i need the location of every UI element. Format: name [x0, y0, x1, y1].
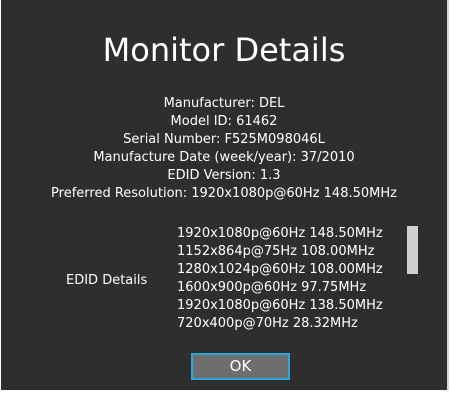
ok-button[interactable]: OK [191, 353, 290, 380]
edid-details-label: EDID Details [66, 273, 148, 288]
edid-entry: 1920x1080p@60Hz 148.50MHz [177, 226, 383, 241]
preferred-resolution-text: Preferred Resolution: 1920x1080p@60Hz 14… [51, 186, 397, 201]
edid-entry: 720x400p@70Hz 28.32MHz [177, 316, 358, 331]
edid-version-text: EDID Version: 1.3 [167, 168, 281, 183]
edid-entry: 1152x864p@75Hz 108.00MHz [177, 244, 375, 259]
dialog-title: Monitor Details [102, 31, 346, 69]
manufacturer-text: Manufacturer: DEL [163, 96, 285, 111]
edid-details-list[interactable]: 1920x1080p@60Hz 148.50MHz 1152x864p@75Hz… [177, 225, 402, 345]
model-id-text: Model ID: 61462 [170, 114, 278, 129]
manufacture-date-text: Manufacture Date (week/year): 37/2010 [93, 150, 355, 165]
edid-scrollbar-thumb[interactable] [407, 226, 418, 274]
edid-entry: 1600x900p@60Hz 97.75MHz [177, 280, 367, 295]
monitor-details-dialog: Monitor Details Manufacturer: DEL Model … [1, 0, 449, 390]
serial-number-text: Serial Number: F525M098046L [123, 132, 325, 147]
monitor-info: Manufacturer: DEL Model ID: 61462 Serial… [1, 95, 447, 203]
edid-scrollbar[interactable] [407, 226, 418, 340]
edid-entry: 1280x1024p@60Hz 108.00MHz [177, 262, 383, 277]
edid-entry: 1920x1080p@60Hz 138.50MHz [177, 298, 383, 313]
